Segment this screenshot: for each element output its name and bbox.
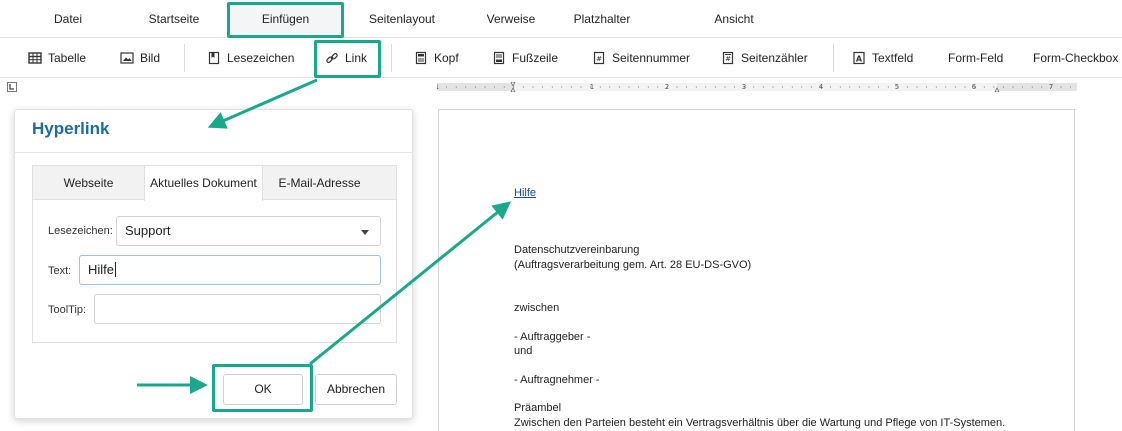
annotation-arrows bbox=[137, 78, 511, 394]
arrow-ok-to-hyperlink bbox=[309, 201, 511, 366]
arrow-link-to-dialog bbox=[207, 78, 318, 129]
